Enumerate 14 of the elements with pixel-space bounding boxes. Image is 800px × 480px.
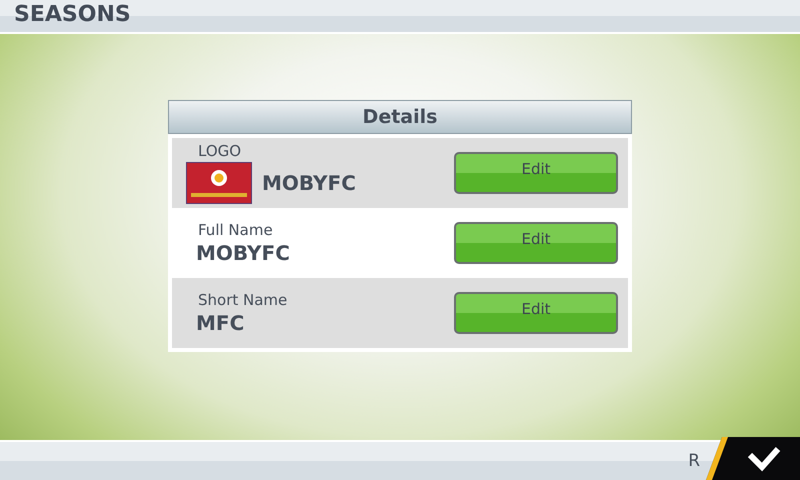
- panel-title: Details: [168, 100, 632, 134]
- screen-title: SEASONS: [14, 2, 131, 27]
- edit-button[interactable]: Edit: [454, 152, 618, 194]
- field-value: MOBYFC: [262, 171, 356, 195]
- confirm-button[interactable]: [706, 437, 800, 480]
- club-logo: [186, 162, 252, 204]
- field-value: MFC: [196, 311, 246, 335]
- footer-label: R: [688, 451, 700, 471]
- field-label: Short Name: [198, 291, 288, 309]
- edit-button[interactable]: Edit: [454, 292, 618, 334]
- field-value: MOBYFC: [196, 241, 290, 265]
- field-label: LOGO: [198, 142, 242, 160]
- edit-button[interactable]: Edit: [454, 222, 618, 264]
- field-label: Full Name: [198, 221, 274, 239]
